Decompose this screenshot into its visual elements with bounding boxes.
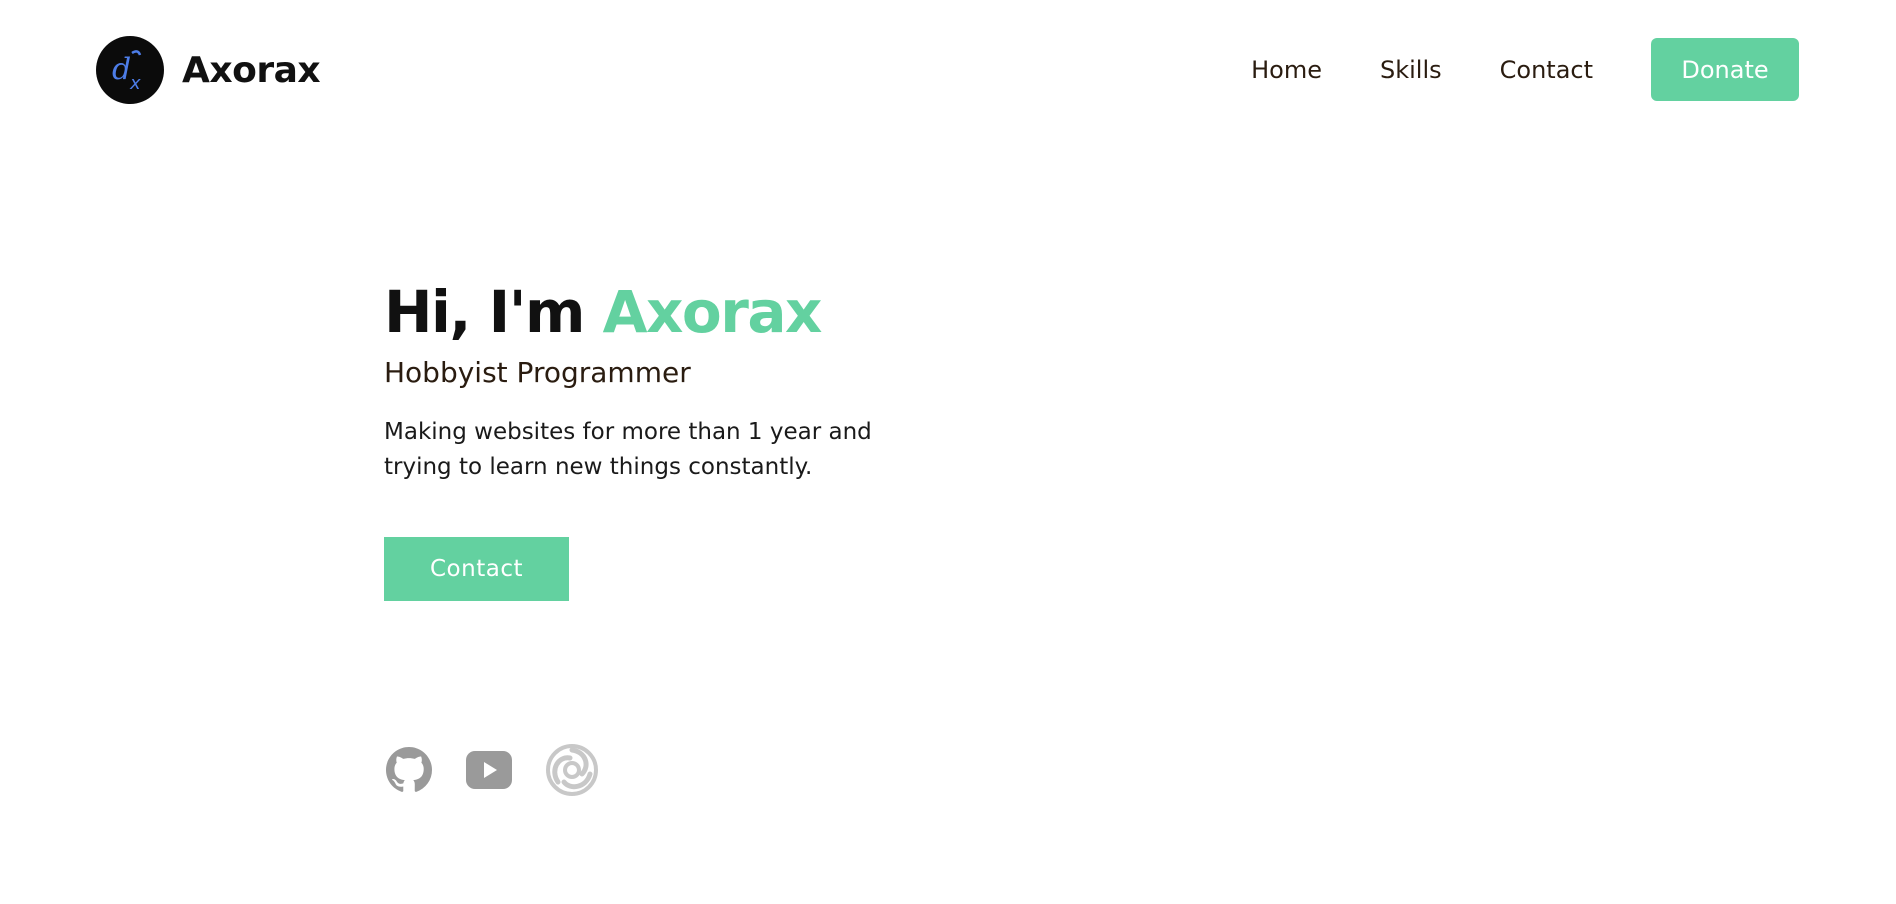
donate-button[interactable]: Donate	[1651, 38, 1799, 101]
youtube-link[interactable]	[466, 751, 512, 789]
hero-title-name: Axorax	[602, 278, 823, 346]
main-nav: Home Skills Contact Donate	[1251, 38, 1799, 101]
brand-name: Axorax	[182, 49, 321, 91]
logo-icon: d x	[96, 36, 164, 104]
nav-home-link[interactable]: Home	[1251, 56, 1322, 84]
social-links	[386, 744, 632, 796]
github-link[interactable]	[386, 747, 432, 793]
logo-glyph: d	[112, 52, 131, 87]
hero-subtitle: Hobbyist Programmer	[384, 356, 691, 389]
logo-glyph-sub: x	[129, 73, 141, 94]
github-icon	[386, 747, 432, 792]
contact-button[interactable]: Contact	[384, 537, 569, 601]
nav-contact-link[interactable]: Contact	[1500, 56, 1593, 84]
hero-title-prefix: Hi, I'm	[384, 278, 603, 346]
hero-title: Hi, I'm Axorax	[384, 275, 1084, 349]
spiral-link[interactable]	[546, 744, 598, 796]
brand-home-link[interactable]: d x Axorax	[96, 36, 321, 104]
page: d x Axorax Home Skills Contact Donate Hi…	[0, 0, 1896, 904]
hero-description: Making websites for more than 1 year and…	[384, 419, 872, 480]
youtube-icon	[466, 751, 512, 789]
spiral-icon	[546, 744, 598, 796]
hero-section: Hi, I'm Axorax Hobbyist Programmer Makin…	[384, 275, 1084, 601]
nav-skills-link[interactable]: Skills	[1380, 56, 1442, 84]
site-header: d x Axorax Home Skills Contact Donate	[0, 0, 1896, 140]
